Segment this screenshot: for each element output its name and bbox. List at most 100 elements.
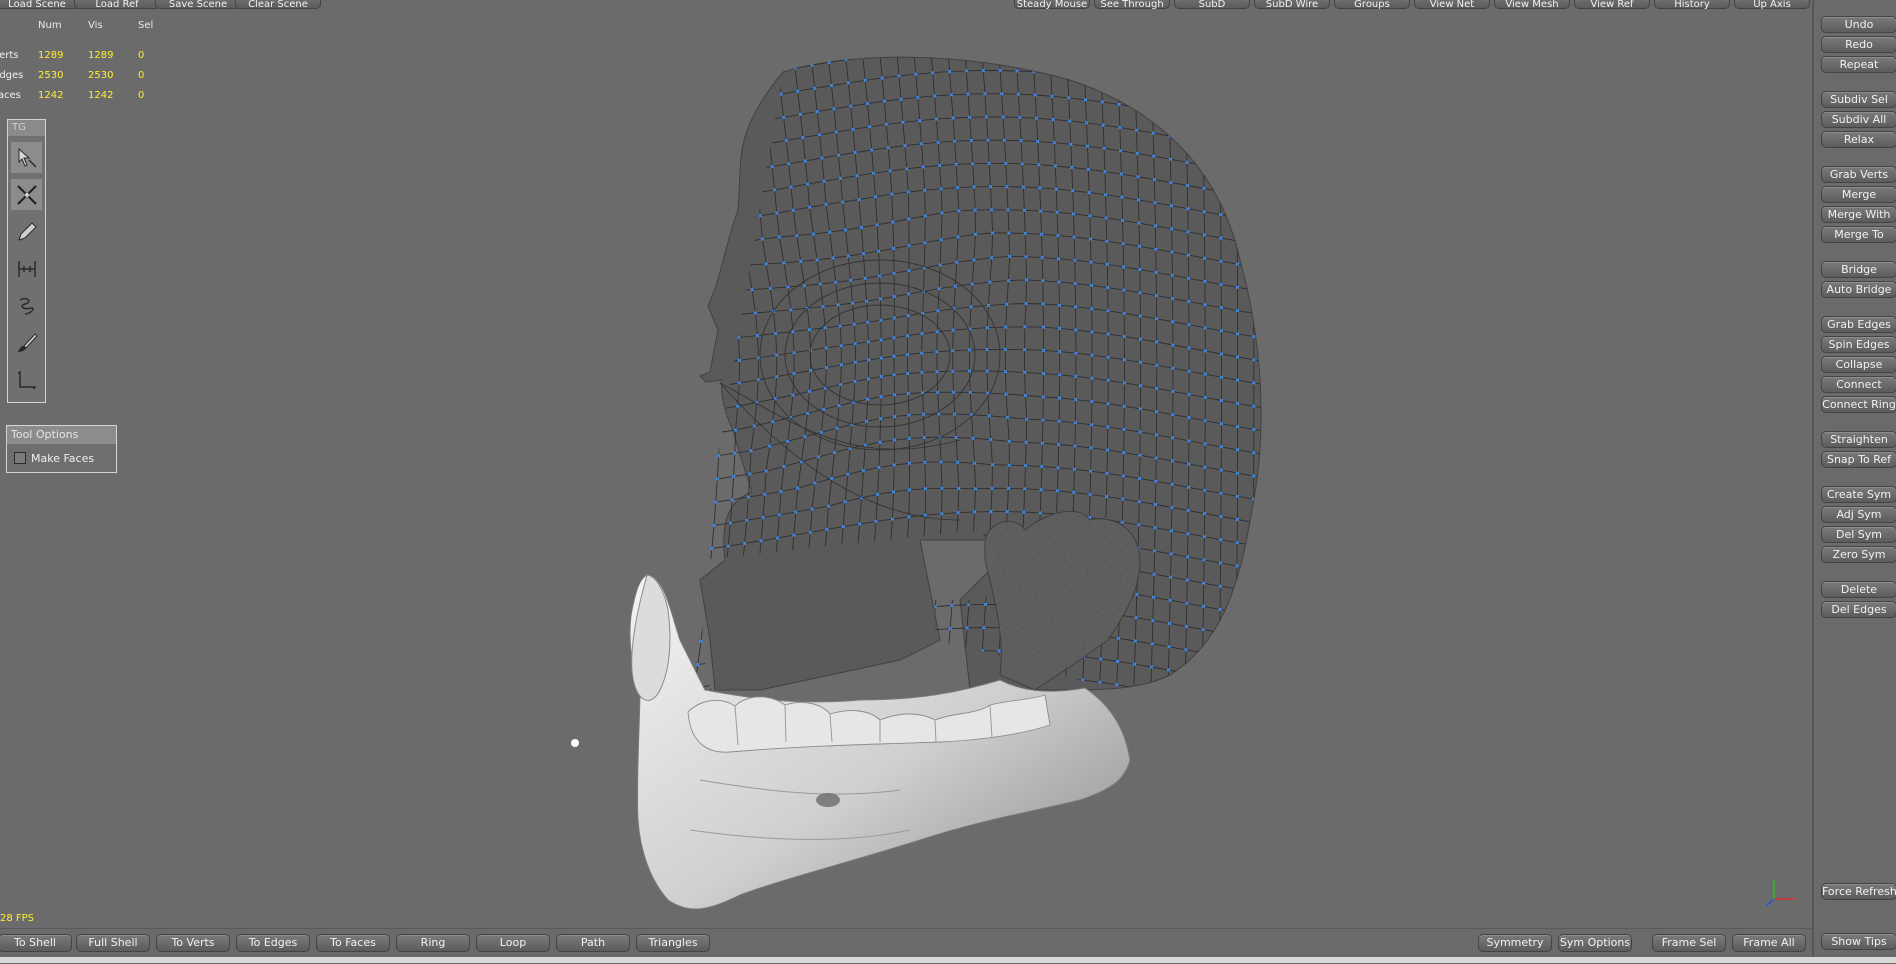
spin-edges-button[interactable]: Spin Edges — [1821, 336, 1896, 353]
cut-cross-icon[interactable] — [11, 179, 42, 210]
mesh-vertex — [1235, 169, 1239, 173]
subd-button[interactable]: SubD — [1174, 0, 1250, 10]
mesh-vertex — [1116, 79, 1120, 83]
mesh-vertex — [876, 680, 881, 684]
subdiv-all-button[interactable]: Subdiv All — [1821, 111, 1896, 128]
mesh-vertex — [1235, 216, 1239, 220]
grab-edges-button[interactable]: Grab Edges — [1821, 316, 1896, 333]
mesh-vertex — [967, 348, 972, 352]
mesh-vertex — [944, 24, 947, 27]
repeat-button[interactable]: Repeat — [1821, 56, 1896, 73]
to-shell-button[interactable]: To Shell — [0, 934, 72, 952]
bridge-icon[interactable] — [11, 253, 42, 284]
mesh-vertex — [1200, 70, 1204, 74]
frame-icon[interactable] — [11, 364, 42, 395]
connect-ring-button[interactable]: Connect Ring — [1821, 396, 1896, 413]
clear-scene-button[interactable]: Clear Scene — [235, 0, 321, 10]
mesh-vertex — [1252, 404, 1256, 408]
save-scene-button[interactable]: Save Scene — [155, 0, 241, 10]
mesh-vertex — [1074, 305, 1078, 309]
view-net-button[interactable]: View Net — [1414, 0, 1490, 10]
relax-button[interactable]: Relax — [1821, 131, 1896, 148]
snap-to-ref-button[interactable]: Snap To Ref — [1821, 451, 1896, 468]
make-faces-checkbox[interactable]: Make Faces — [14, 452, 94, 465]
adj-sym-button[interactable]: Adj Sym — [1821, 506, 1896, 523]
del-sym-button[interactable]: Del Sym — [1821, 526, 1896, 543]
mesh-vertex — [940, 486, 944, 490]
loop-button[interactable]: Loop — [476, 934, 550, 952]
mesh-vertex — [1039, 232, 1044, 236]
mesh-vertex — [929, 48, 932, 51]
mesh-vertex — [1138, 337, 1143, 341]
mesh-vertex — [1037, 163, 1041, 167]
mesh-vertex — [1135, 592, 1139, 597]
relax-brush-icon[interactable] — [11, 290, 42, 321]
mesh-vertex — [878, 297, 883, 301]
brush-icon[interactable] — [11, 327, 42, 358]
mesh-vertex — [688, 59, 692, 63]
ring-button[interactable]: Ring — [396, 934, 470, 952]
undo-button[interactable]: Undo — [1821, 16, 1896, 33]
subdiv-sel-button[interactable]: Subdiv Sel — [1821, 91, 1896, 108]
show-tips-button[interactable]: Show Tips — [1821, 933, 1896, 950]
path-button[interactable]: Path — [556, 934, 630, 952]
mesh-vertex — [1105, 448, 1110, 452]
triangles-button[interactable]: Triangles — [636, 934, 710, 952]
mesh-vertex — [1151, 108, 1155, 112]
mesh-vertex — [1235, 610, 1239, 614]
load-ref-button[interactable]: Load Ref — [74, 0, 160, 10]
to-edges-button[interactable]: To Edges — [236, 934, 310, 952]
view-ref-button[interactable]: View Ref — [1574, 0, 1650, 10]
collapse-button[interactable]: Collapse — [1821, 356, 1896, 373]
history-button[interactable]: History — [1654, 0, 1730, 10]
bridge-button[interactable]: Bridge — [1821, 261, 1896, 278]
sym-options-button[interactable]: Sym Options — [1558, 934, 1632, 952]
select-arrow-icon[interactable] — [11, 142, 42, 173]
groups-button[interactable]: Groups — [1334, 0, 1410, 10]
zero-sym-button[interactable]: Zero Sym — [1821, 546, 1896, 563]
mesh-vertex — [743, 541, 747, 546]
mesh-vertex — [1122, 358, 1126, 362]
grab-verts-button[interactable]: Grab Verts — [1821, 166, 1896, 183]
frame-sel-button[interactable]: Frame Sel — [1652, 934, 1726, 952]
mesh-vertex — [1153, 526, 1157, 530]
see-through-button[interactable]: See Through — [1094, 0, 1170, 10]
mesh-vertex — [755, 334, 760, 338]
auto-bridge-button[interactable]: Auto Bridge — [1821, 281, 1896, 298]
mesh-vertex — [825, 527, 829, 532]
to-verts-button[interactable]: To Verts — [156, 934, 230, 952]
create-sym-button[interactable]: Create Sym — [1821, 486, 1896, 503]
merge-to-button[interactable]: Merge To — [1821, 226, 1896, 243]
checkbox-box[interactable] — [14, 452, 26, 464]
mesh-vertex — [1106, 355, 1110, 359]
frame-all-button[interactable]: Frame All — [1732, 934, 1806, 952]
mesh-vertex — [968, 390, 972, 394]
straighten-button[interactable]: Straighten — [1821, 431, 1896, 448]
mesh-vertex — [1117, 102, 1121, 106]
mesh-vertex — [1234, 704, 1237, 707]
mesh-vertex — [1024, 255, 1028, 259]
subd-wire-button[interactable]: SubD Wire — [1254, 0, 1330, 10]
del-edges-button[interactable]: Del Edges — [1821, 601, 1896, 618]
mesh-vertex — [824, 366, 829, 370]
up-axis-button[interactable]: Up Axis — [1734, 0, 1810, 10]
delete-button[interactable]: Delete — [1821, 581, 1896, 598]
view-mesh-button[interactable]: View Mesh — [1494, 0, 1570, 10]
pencil-icon[interactable] — [11, 216, 42, 247]
redo-button[interactable]: Redo — [1821, 36, 1896, 53]
mesh-vertex — [1236, 355, 1240, 359]
mesh-vertex — [953, 139, 957, 143]
force-refresh-button[interactable]: Force Refresh — [1821, 883, 1896, 900]
to-faces-button[interactable]: To Faces — [316, 934, 390, 952]
symmetry-button[interactable]: Symmetry — [1478, 934, 1552, 952]
full-shell-button[interactable]: Full Shell — [76, 934, 150, 952]
load-scene-button[interactable]: Load Scene — [0, 0, 80, 10]
mesh-vertex — [1251, 126, 1255, 130]
3d-viewport[interactable] — [0, 12, 1812, 928]
connect-button[interactable]: Connect — [1821, 376, 1896, 393]
merge-button[interactable]: Merge — [1821, 186, 1896, 203]
mesh-vertex — [899, 97, 903, 101]
steady-mouse-button[interactable]: Steady Mouse — [1014, 0, 1090, 10]
mesh-vertex — [1252, 335, 1256, 339]
merge-with-button[interactable]: Merge With — [1821, 206, 1896, 223]
